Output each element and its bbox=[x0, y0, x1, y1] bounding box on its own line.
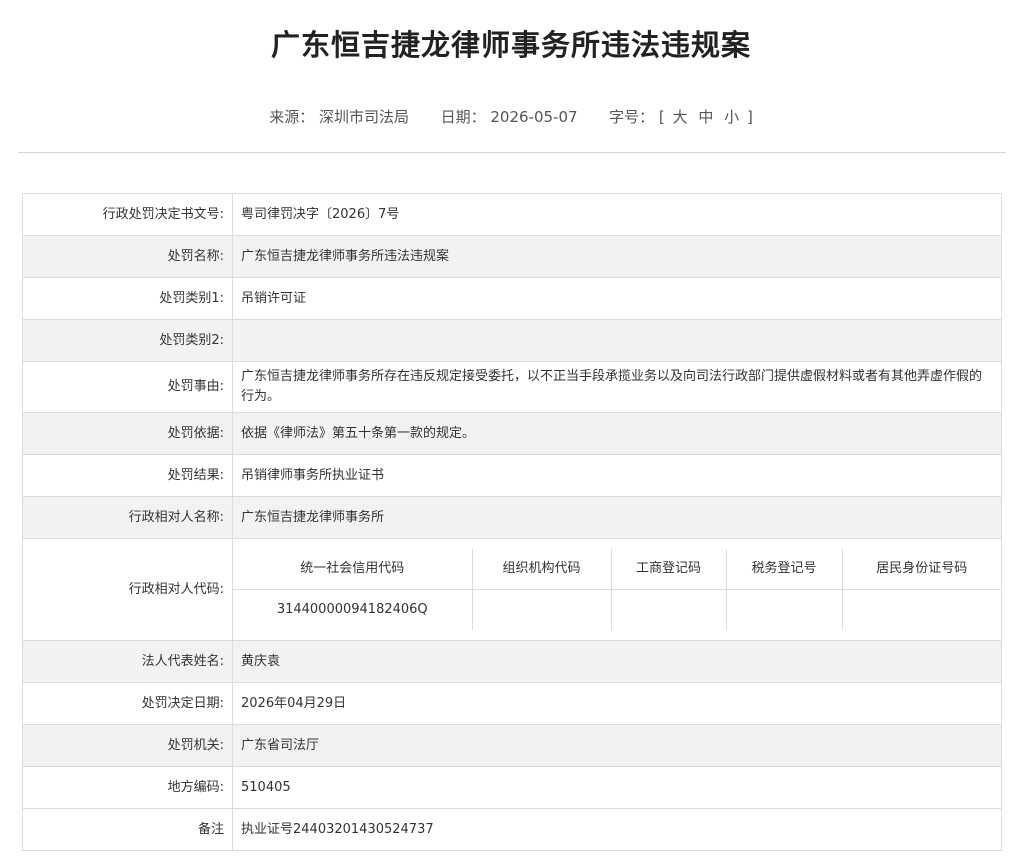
row-doc-no: 行政处罚决定书文号: 粤司律罚决字〔2026〕7号 bbox=[22, 193, 1002, 236]
penalty-info-table: 行政处罚决定书文号: 粤司律罚决字〔2026〕7号 处罚名称: 广东恒吉捷龙律师… bbox=[22, 193, 1002, 851]
font-size-label: 字号： bbox=[609, 108, 655, 126]
date-value: 2026-05-07 bbox=[490, 107, 578, 126]
date-label: 日期： bbox=[440, 108, 486, 126]
party-code-cell: 统一社会信用代码 组织机构代码 工商登记码 税务登记号 居民身份证号码 3144… bbox=[232, 538, 1002, 641]
page-title: 广东恒吉捷龙律师事务所违法违规案 bbox=[270, 28, 751, 62]
value-decision-date: 2026年04月29日 bbox=[232, 682, 1002, 725]
row-authority: 处罚机关: 广东省司法厅 bbox=[22, 724, 1002, 767]
label-decision-date: 处罚决定日期: bbox=[22, 682, 233, 725]
bracket-close: ] bbox=[746, 107, 753, 126]
header-divider bbox=[18, 152, 1006, 153]
row-reason: 处罚事由: 广东恒吉捷龙律师事务所存在违反规定接受委托，以不正当手段承揽业务以及… bbox=[22, 361, 1002, 413]
row-type2: 处罚类别2: bbox=[22, 319, 1002, 362]
value-type2 bbox=[232, 319, 1002, 362]
value-type1: 吊销许可证 bbox=[232, 277, 1002, 320]
font-size-large-link[interactable]: 大 bbox=[670, 106, 691, 127]
value-legal-rep: 黄庆袁 bbox=[232, 640, 1002, 683]
value-reason: 广东恒吉捷龙律师事务所存在违反规定接受委托，以不正当手段承揽业务以及向司法行政部… bbox=[232, 361, 1002, 413]
row-decision-date: 处罚决定日期: 2026年04月29日 bbox=[22, 682, 1002, 725]
header-org-code: 组织机构代码 bbox=[471, 549, 611, 590]
label-legal-rep: 法人代表姓名: bbox=[22, 640, 233, 683]
row-legal-rep: 法人代表姓名: 黄庆袁 bbox=[22, 640, 1002, 683]
row-basis: 处罚依据: 依据《律师法》第五十条第一款的规定。 bbox=[22, 412, 1002, 455]
value-org-code bbox=[471, 589, 611, 630]
value-doc-no: 粤司律罚决字〔2026〕7号 bbox=[232, 193, 1002, 236]
label-type2: 处罚类别2: bbox=[22, 319, 233, 362]
label-doc-no: 行政处罚决定书文号: bbox=[22, 193, 233, 236]
value-party-name: 广东恒吉捷龙律师事务所 bbox=[232, 496, 1002, 539]
party-code-value-row: 31440000094182406Q bbox=[233, 589, 1001, 630]
label-penalty-name: 处罚名称: bbox=[22, 235, 233, 278]
value-authority: 广东省司法厅 bbox=[232, 724, 1002, 767]
value-penalty-name: 广东恒吉捷龙律师事务所违法违规案 bbox=[232, 235, 1002, 278]
value-remark: 执业证号24403201430524737 bbox=[232, 808, 1002, 851]
header-id-card-no: 居民身份证号码 bbox=[841, 549, 1001, 590]
value-region-code: 510405 bbox=[232, 766, 1002, 809]
label-party-name: 行政相对人名称: bbox=[22, 496, 233, 539]
header-business-reg-code: 工商登记码 bbox=[610, 549, 726, 590]
article-meta: 来源： 深圳市司法局 日期： 2026-05-07 字号： [ 大 中 小 ] bbox=[0, 106, 1022, 127]
label-basis: 处罚依据: bbox=[22, 412, 233, 455]
label-result: 处罚结果: bbox=[22, 454, 233, 497]
row-penalty-name: 处罚名称: 广东恒吉捷龙律师事务所违法违规案 bbox=[22, 235, 1002, 278]
header-credit-code: 统一社会信用代码 bbox=[233, 549, 472, 590]
party-code-header-row: 统一社会信用代码 组织机构代码 工商登记码 税务登记号 居民身份证号码 bbox=[233, 549, 1001, 590]
value-basis: 依据《律师法》第五十条第一款的规定。 bbox=[232, 412, 1002, 455]
label-type1: 处罚类别1: bbox=[22, 277, 233, 320]
value-tax-reg-no bbox=[725, 589, 842, 630]
header-tax-reg-no: 税务登记号 bbox=[725, 549, 842, 590]
label-party-code: 行政相对人代码: bbox=[22, 538, 233, 641]
value-credit-code: 31440000094182406Q bbox=[233, 589, 472, 630]
row-party-name: 行政相对人名称: 广东恒吉捷龙律师事务所 bbox=[22, 496, 1002, 539]
row-remark: 备注 执业证号24403201430524737 bbox=[22, 808, 1002, 851]
row-region-code: 地方编码: 510405 bbox=[22, 766, 1002, 809]
row-result: 处罚结果: 吊销律师事务所执业证书 bbox=[22, 454, 1002, 497]
party-code-table: 统一社会信用代码 组织机构代码 工商登记码 税务登记号 居民身份证号码 3144… bbox=[233, 549, 1001, 630]
value-result: 吊销律师事务所执业证书 bbox=[232, 454, 1002, 497]
value-business-reg-code bbox=[610, 589, 726, 630]
row-type1: 处罚类别1: 吊销许可证 bbox=[22, 277, 1002, 320]
source-value: 深圳市司法局 bbox=[318, 108, 409, 126]
font-size-small-link[interactable]: 小 bbox=[721, 106, 742, 127]
row-party-code: 行政相对人代码: 统一社会信用代码 组织机构代码 工商登记码 税务登记号 居民身… bbox=[22, 538, 1002, 641]
value-id-card-no bbox=[841, 589, 1001, 630]
label-reason: 处罚事由: bbox=[22, 361, 233, 413]
font-size-medium-link[interactable]: 中 bbox=[695, 106, 716, 127]
label-remark: 备注 bbox=[22, 808, 233, 851]
label-authority: 处罚机关: bbox=[22, 724, 233, 767]
label-region-code: 地方编码: bbox=[22, 766, 233, 809]
bracket-open: [ bbox=[658, 107, 665, 126]
source-label: 来源： bbox=[269, 108, 315, 126]
